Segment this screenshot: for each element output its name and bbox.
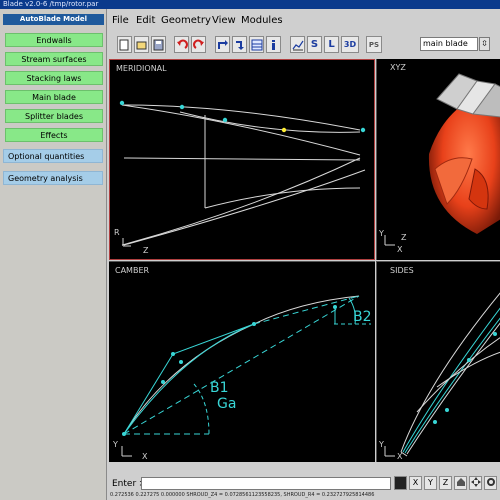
meridional-axis-r: R [114, 228, 120, 237]
save-icon[interactable] [151, 36, 166, 53]
menu-modules[interactable]: Modules [241, 15, 283, 26]
sidebar-item-endwalls[interactable]: Endwalls [5, 33, 103, 47]
meridional-viewport[interactable]: MERIDIONAL R Z [109, 59, 375, 260]
meridional-label: MERIDIONAL [116, 64, 167, 73]
sides-viewport[interactable]: SIDES Y X [376, 261, 500, 462]
sidebar-item-splitter-blades[interactable]: Splitter blades [5, 109, 103, 123]
xyz-viewport[interactable]: XYZ Y X Z [376, 59, 500, 260]
undo-icon[interactable] [174, 36, 189, 53]
menu-geometry[interactable]: Geometry [161, 15, 211, 26]
status-readout: 0.272536 0.227275 0.000000 SHROUD_Z4 = 0… [110, 492, 375, 498]
x-axis-button[interactable]: X [409, 476, 422, 490]
toolbar: S L 3D PS main blade ⇳ [107, 36, 500, 56]
plot-icon[interactable] [290, 36, 305, 53]
move-icon[interactable] [469, 476, 482, 490]
arrow-down-icon[interactable] [232, 36, 247, 53]
redo-icon[interactable] [191, 36, 206, 53]
sidebar-item-effects[interactable]: Effects [5, 128, 103, 142]
sidebar-item-geometry-analysis[interactable]: Geometry analysis [3, 171, 103, 185]
sides-axis-y: Y [379, 440, 384, 449]
menu-view[interactable]: View [212, 15, 236, 26]
blade-select-arrow-icon[interactable]: ⇳ [479, 37, 490, 51]
menu-bar: File Edit Geometry View Modules [107, 15, 500, 29]
meridional-axis-z: Z [143, 246, 149, 255]
blade-select[interactable]: main blade [420, 37, 478, 51]
sidebar-item-main-blade[interactable]: Main blade [5, 90, 103, 104]
xyz-label: XYZ [390, 63, 406, 72]
z-axis-button[interactable]: Z [439, 476, 452, 490]
status-bar: Enter > X Y Z 0.272536 0.227275 0.000000… [107, 471, 500, 500]
open-file-icon[interactable] [134, 36, 149, 53]
arrow-forward-icon[interactable] [215, 36, 230, 53]
view-l-button[interactable]: L [324, 36, 339, 53]
menu-file[interactable]: File [112, 15, 129, 26]
view-3d-button[interactable]: 3D [341, 36, 359, 53]
camber-axis-x: X [142, 452, 148, 461]
sidebar-header: AutoBlade Model [3, 14, 104, 25]
camber-axis-y: Y [113, 440, 118, 449]
rotor-3d-render [384, 73, 500, 246]
settings-icon[interactable] [484, 476, 497, 490]
table-icon[interactable] [249, 36, 264, 53]
camber-b1-label: B1 [210, 380, 229, 396]
xyz-axis-y: Y [379, 229, 384, 238]
stop-icon[interactable] [394, 476, 407, 490]
camber-ga-label: Ga [217, 396, 237, 412]
sides-axis-x: X [397, 452, 403, 461]
view-s-button[interactable]: S [307, 36, 322, 53]
postscript-button[interactable]: PS [366, 36, 382, 53]
sidebar-item-stacking-laws[interactable]: Stacking laws [5, 71, 103, 85]
xyz-axis-z: Z [401, 233, 407, 242]
home-icon[interactable] [454, 476, 467, 490]
window-title: Blade v2.0-6 /tmp/rotor.par [0, 0, 500, 9]
sidebar-item-stream-surfaces[interactable]: Stream surfaces [5, 52, 103, 66]
info-icon[interactable] [266, 36, 281, 53]
main-area: File Edit Geometry View Modules S L 3D P… [107, 9, 500, 500]
camber-viewport[interactable]: CAMBER B1 Ga B2 Y X [109, 261, 375, 462]
y-axis-button[interactable]: Y [424, 476, 437, 490]
camber-b2-label: B2 [353, 309, 372, 325]
sidebar-item-optional-quantities[interactable]: Optional quantities [3, 149, 103, 163]
sidebar: AutoBlade Model Endwalls Stream surfaces… [0, 9, 107, 500]
sides-label: SIDES [390, 266, 414, 275]
xyz-axis-x: X [397, 245, 403, 254]
menu-edit[interactable]: Edit [136, 15, 155, 26]
camber-label: CAMBER [115, 266, 150, 275]
new-file-icon[interactable] [117, 36, 132, 53]
command-input[interactable] [141, 477, 391, 490]
